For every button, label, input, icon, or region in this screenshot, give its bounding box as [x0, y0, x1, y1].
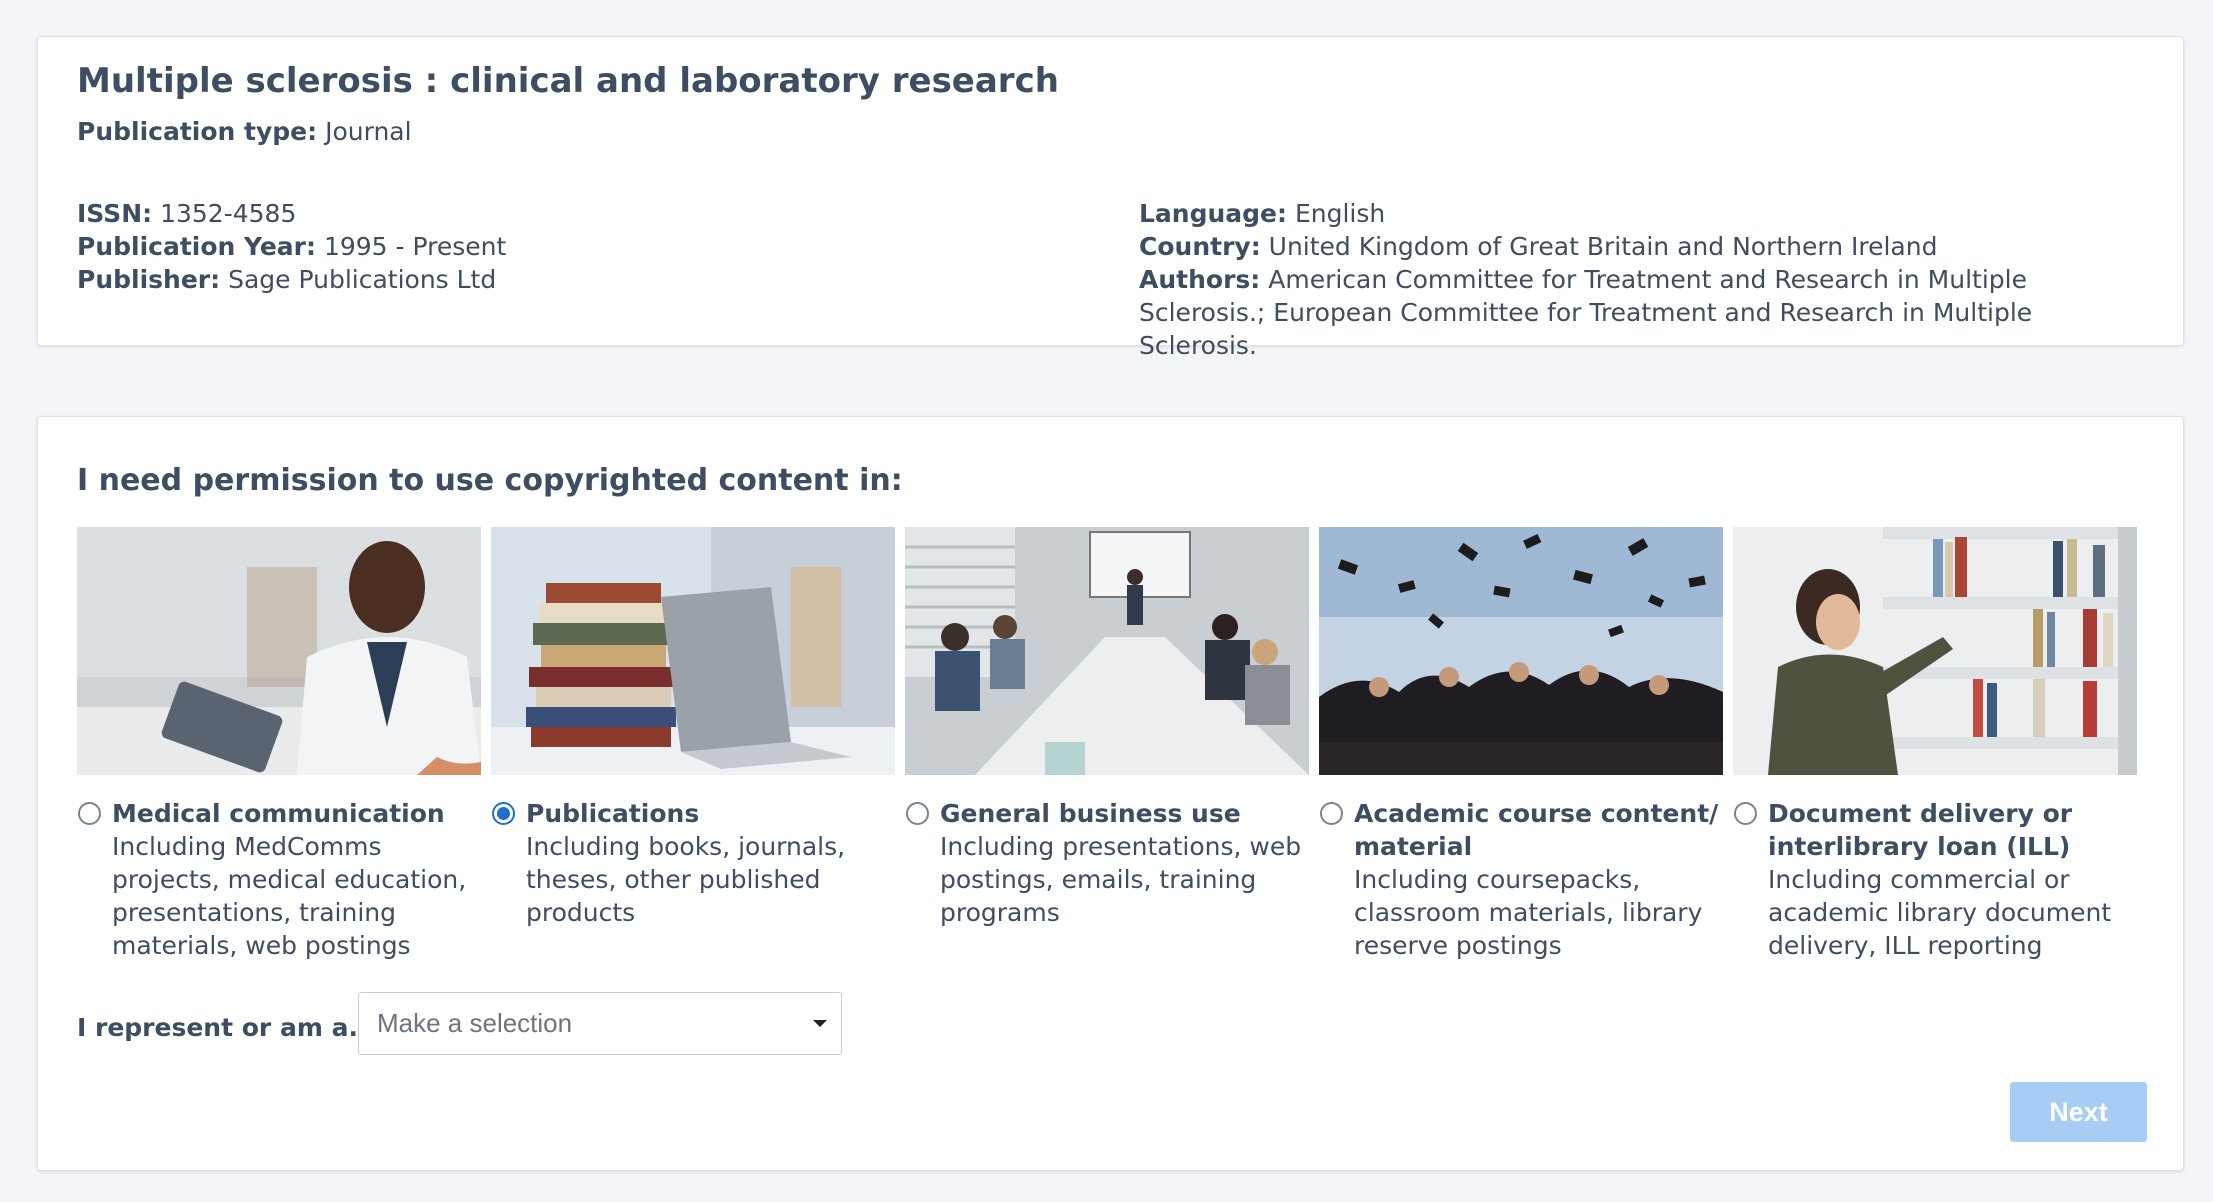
- document-delivery-radio[interactable]: [1734, 802, 1757, 825]
- medical-communication-body[interactable]: Medical communication Including MedComms…: [77, 797, 481, 962]
- publications-radio[interactable]: [492, 802, 515, 825]
- publication-meta-left: ISSN: 1352-4585 Publication Year: 1995 -…: [77, 197, 977, 296]
- language-value: English: [1294, 199, 1386, 228]
- publisher-value: Sage Publications Ltd: [228, 265, 497, 294]
- option-document-delivery[interactable]: Document delivery or interlibrary loan (…: [1733, 527, 2137, 962]
- caret-down-icon: [813, 1020, 827, 1027]
- medical-communication-image[interactable]: [77, 527, 481, 775]
- language-row: Language: English: [1139, 197, 2149, 230]
- publication-type-value: Journal: [325, 117, 412, 146]
- option-medical-communication[interactable]: Medical communication Including MedComms…: [77, 527, 481, 962]
- general-business-use-body[interactable]: General business use Including presentat…: [905, 797, 1309, 929]
- publication-year-value: 1995 - Present: [323, 232, 507, 261]
- permission-heading: I need permission to use copyrighted con…: [77, 463, 903, 498]
- publication-year-label: Publication Year:: [77, 232, 317, 261]
- publication-type: Publication type: Journal: [77, 117, 412, 146]
- represent-label: I represent or am a...: [77, 1013, 377, 1042]
- option-general-business-use[interactable]: General business use Including presentat…: [905, 527, 1309, 929]
- publication-title: Multiple sclerosis : clinical and labora…: [77, 61, 1059, 101]
- publication-info-card: Multiple sclerosis : clinical and labora…: [37, 36, 2184, 360]
- authors-value: American Committee for Treatment and Res…: [1139, 265, 2033, 360]
- issn-label: ISSN:: [77, 199, 153, 228]
- medical-communication-title[interactable]: Medical communication: [112, 797, 481, 830]
- academic-course-content-radio[interactable]: [1320, 802, 1343, 825]
- issn-value: 1352-4585: [160, 199, 297, 228]
- publisher-label: Publisher:: [77, 265, 221, 294]
- next-button[interactable]: Next: [2010, 1082, 2147, 1142]
- publications-image[interactable]: [491, 527, 895, 775]
- medical-communication-description: Including MedComms projects, medical edu…: [112, 832, 467, 960]
- permission-card: I need permission to use copyrighted con…: [37, 416, 2184, 1171]
- academic-course-content-body[interactable]: Academic course content/ material Includ…: [1319, 797, 1723, 962]
- represent-select[interactable]: Make a selection: [358, 992, 842, 1055]
- academic-course-content-title[interactable]: Academic course content/ material: [1354, 797, 1723, 863]
- document-delivery-description: Including commercial or academic library…: [1768, 865, 2112, 960]
- publications-title[interactable]: Publications: [526, 797, 895, 830]
- publisher-row: Publisher: Sage Publications Ltd: [77, 263, 977, 296]
- country-value: United Kingdom of Great Britain and Nort…: [1268, 232, 1938, 261]
- academic-course-content-description: Including coursepacks, classroom materia…: [1354, 865, 1703, 960]
- issn-row: ISSN: 1352-4585: [77, 197, 977, 230]
- authors-label: Authors:: [1139, 265, 1261, 294]
- document-delivery-title[interactable]: Document delivery or interlibrary loan (…: [1768, 797, 2137, 863]
- general-business-use-description: Including presentations, web postings, e…: [940, 832, 1302, 927]
- general-business-use-title[interactable]: General business use: [940, 797, 1309, 830]
- country-row: Country: United Kingdom of Great Britain…: [1139, 230, 2149, 263]
- country-label: Country:: [1139, 232, 1261, 261]
- authors-row: Authors: American Committee for Treatmen…: [1139, 263, 2149, 362]
- document-delivery-image[interactable]: [1733, 527, 2137, 775]
- publications-description: Including books, journals, theses, other…: [526, 832, 846, 927]
- language-label: Language:: [1139, 199, 1288, 228]
- option-publications[interactable]: Publications Including books, journals, …: [491, 527, 895, 929]
- publication-year-row: Publication Year: 1995 - Present: [77, 230, 977, 263]
- medical-communication-radio[interactable]: [78, 802, 101, 825]
- publication-meta-right: Language: English Country: United Kingdo…: [1139, 197, 2149, 362]
- academic-course-content-image[interactable]: [1319, 527, 1723, 775]
- general-business-use-image[interactable]: [905, 527, 1309, 775]
- represent-select-value: Make a selection: [377, 1008, 573, 1038]
- document-delivery-body[interactable]: Document delivery or interlibrary loan (…: [1733, 797, 2137, 962]
- publication-type-label: Publication type:: [77, 117, 318, 146]
- publications-body[interactable]: Publications Including books, journals, …: [491, 797, 895, 929]
- option-academic-course-content[interactable]: Academic course content/ material Includ…: [1319, 527, 1723, 962]
- general-business-use-radio[interactable]: [906, 802, 929, 825]
